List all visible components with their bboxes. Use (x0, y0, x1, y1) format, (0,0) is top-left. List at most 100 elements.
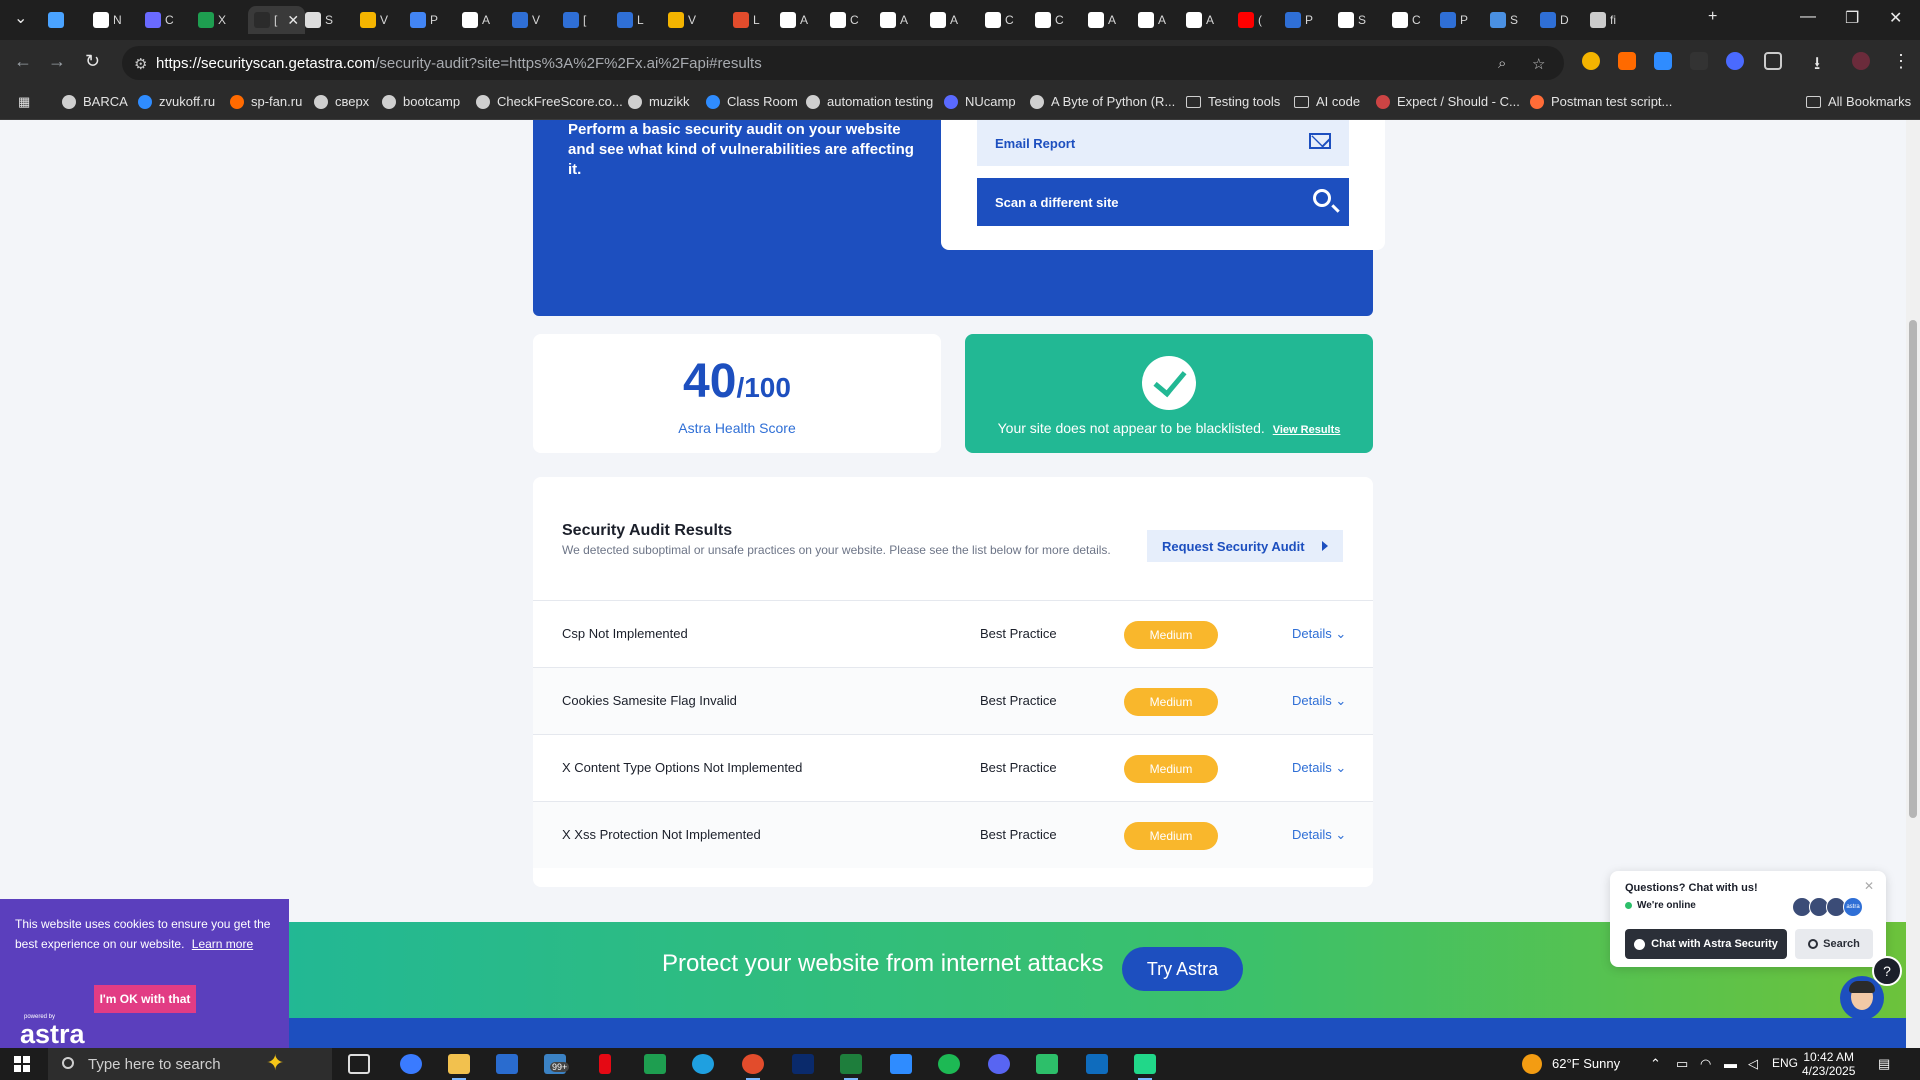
task-view-icon[interactable] (348, 1054, 370, 1074)
discord-icon[interactable] (988, 1054, 1010, 1074)
browser-tab[interactable]: S (305, 6, 333, 34)
reload-icon[interactable]: ↻ (85, 51, 100, 72)
back-arrow-icon[interactable]: ← (14, 51, 32, 72)
bookmark-item[interactable]: Testing tools (1186, 94, 1280, 109)
weather-sun-icon[interactable] (1522, 1054, 1542, 1074)
browser-tab[interactable]: fi (1590, 6, 1616, 34)
outlook-icon[interactable] (1086, 1054, 1108, 1074)
browser-tab[interactable]: C (1035, 6, 1064, 34)
bookmark-item[interactable]: NUcamp (944, 94, 1016, 109)
view-results-link[interactable]: View Results (1273, 424, 1341, 436)
bookmark-item[interactable]: Expect / Should - C... (1376, 94, 1520, 109)
bookmark-item[interactable]: A Byte of Python (R... (1030, 94, 1175, 109)
vscode-icon[interactable] (890, 1054, 912, 1074)
bookmark-item[interactable]: Postman test script... (1530, 94, 1672, 109)
bookmark-item[interactable]: Class Room (706, 94, 798, 109)
excel-icon[interactable] (840, 1054, 862, 1080)
bookmark-star-icon[interactable]: ☆ (1532, 55, 1545, 73)
address-bar[interactable]: ⚙ https://securityscan.getastra.com/secu… (122, 46, 1564, 80)
taskbar-search[interactable]: Type here to search ✦ (48, 1048, 332, 1080)
bookmark-item[interactable]: CheckFreeScore.co... (476, 94, 623, 109)
battery-icon[interactable]: ▬ (1724, 1056, 1737, 1071)
network-icon[interactable]: ◠ (1700, 1056, 1711, 1072)
copilot-icon[interactable] (400, 1054, 422, 1074)
bookmark-item[interactable]: AI code (1294, 94, 1360, 109)
chrome-icon[interactable] (742, 1054, 764, 1080)
browser-tab[interactable]: C (1392, 6, 1421, 34)
store-icon[interactable] (496, 1054, 518, 1074)
netflix-icon[interactable] (599, 1054, 611, 1074)
clock[interactable]: 10:42 AM 4/23/2025 (1802, 1050, 1855, 1078)
edge-icon[interactable] (692, 1054, 714, 1074)
browser-tab[interactable]: P (410, 6, 438, 34)
browser-tab[interactable]: [✕ (248, 6, 306, 34)
try-astra-button[interactable]: Try Astra (1122, 947, 1243, 991)
pycharm-icon[interactable] (1134, 1054, 1156, 1080)
browser-tab[interactable]: P (1440, 6, 1468, 34)
browser-tab[interactable]: A (880, 6, 908, 34)
email-report-button[interactable]: Email Report (977, 120, 1349, 166)
language-indicator[interactable]: ENG (1772, 1056, 1798, 1070)
chat-search-button[interactable]: Search (1795, 929, 1873, 959)
download-icon[interactable]: ⭳ (1814, 51, 1820, 81)
details-toggle[interactable]: Details ⌄ (1292, 626, 1346, 642)
extension-icon[interactable] (1654, 52, 1672, 70)
browser-tab[interactable]: V (668, 6, 696, 34)
chat-with-astra-button[interactable]: Chat with Astra Security (1625, 929, 1787, 959)
bookmark-item[interactable]: sp-fan.ru (230, 94, 302, 109)
browser-tab[interactable]: A (1186, 6, 1214, 34)
meet-icon[interactable]: ▭ (1676, 1056, 1688, 1072)
details-toggle[interactable]: Details ⌄ (1292, 827, 1346, 843)
extension-icon[interactable] (1618, 52, 1636, 70)
bookmark-item[interactable]: сверх (314, 94, 369, 109)
browser-tab[interactable]: L (617, 6, 644, 34)
extension-icon[interactable] (1726, 52, 1744, 70)
close-window-icon[interactable]: ✕ (1889, 8, 1902, 28)
details-toggle[interactable]: Details ⌄ (1292, 760, 1346, 776)
bookmark-item[interactable]: zvukoff.ru (138, 94, 215, 109)
volume-icon[interactable]: ◁ (1748, 1056, 1758, 1072)
browser-tab[interactable]: A (1088, 6, 1116, 34)
chat-close-icon[interactable]: ✕ (1864, 879, 1874, 893)
browser-tab[interactable]: A (780, 6, 808, 34)
chat-launcher-avatar[interactable] (1840, 976, 1884, 1020)
browser-tab[interactable] (48, 6, 68, 34)
browser-tab[interactable]: [ (563, 6, 586, 34)
bookmark-item[interactable]: muzikk (628, 94, 689, 109)
browser-tab[interactable]: S (1338, 6, 1366, 34)
restore-icon[interactable]: ❐ (1845, 8, 1859, 28)
browser-tab[interactable]: A (930, 6, 958, 34)
request-security-audit-button[interactable]: Request Security Audit (1147, 530, 1343, 562)
scan-different-site-button[interactable]: Scan a different site (977, 178, 1349, 226)
minimize-icon[interactable]: — (1800, 8, 1816, 26)
zoom-icon[interactable]: ⌕ (1498, 55, 1506, 72)
tab-search-chevron-icon[interactable]: ⌄ (14, 8, 27, 28)
windows-start-icon[interactable] (14, 1056, 30, 1072)
terminal-app-icon[interactable] (644, 1054, 666, 1074)
browser-tab[interactable]: P (1285, 6, 1313, 34)
tray-chevron-icon[interactable]: ⌃ (1650, 1056, 1661, 1072)
spotify-icon[interactable] (938, 1054, 960, 1074)
apps-grid-icon[interactable]: ▦ (18, 94, 30, 110)
evernote-icon[interactable] (1036, 1054, 1058, 1074)
browser-tab[interactable]: V (512, 6, 540, 34)
details-toggle[interactable]: Details ⌄ (1292, 693, 1346, 709)
browser-tab[interactable]: ( (1238, 6, 1262, 34)
browser-tab[interactable]: N (93, 6, 122, 34)
browser-tab[interactable]: C (985, 6, 1014, 34)
cookie-accept-button[interactable]: I'm OK with that (94, 985, 196, 1013)
browser-tab[interactable]: C (830, 6, 859, 34)
browser-menu-icon[interactable]: ⋮ (1892, 51, 1910, 72)
browser-tab[interactable]: A (1138, 6, 1166, 34)
notifications-icon[interactable]: ▤ (1878, 1056, 1890, 1072)
weather-text[interactable]: 62°F Sunny (1552, 1056, 1620, 1071)
browser-tab[interactable]: A (462, 6, 490, 34)
forward-arrow-icon[interactable]: → (48, 51, 66, 72)
browser-tab[interactable]: X (198, 6, 226, 34)
new-tab-plus-icon[interactable]: + (1708, 8, 1717, 26)
tab-close-icon[interactable]: ✕ (287, 12, 299, 29)
extension-icon[interactable] (1582, 52, 1600, 70)
scrollbar-thumb[interactable] (1909, 320, 1917, 818)
site-info-icon[interactable]: ⚙ (134, 55, 147, 73)
browser-tab[interactable]: V (360, 6, 388, 34)
